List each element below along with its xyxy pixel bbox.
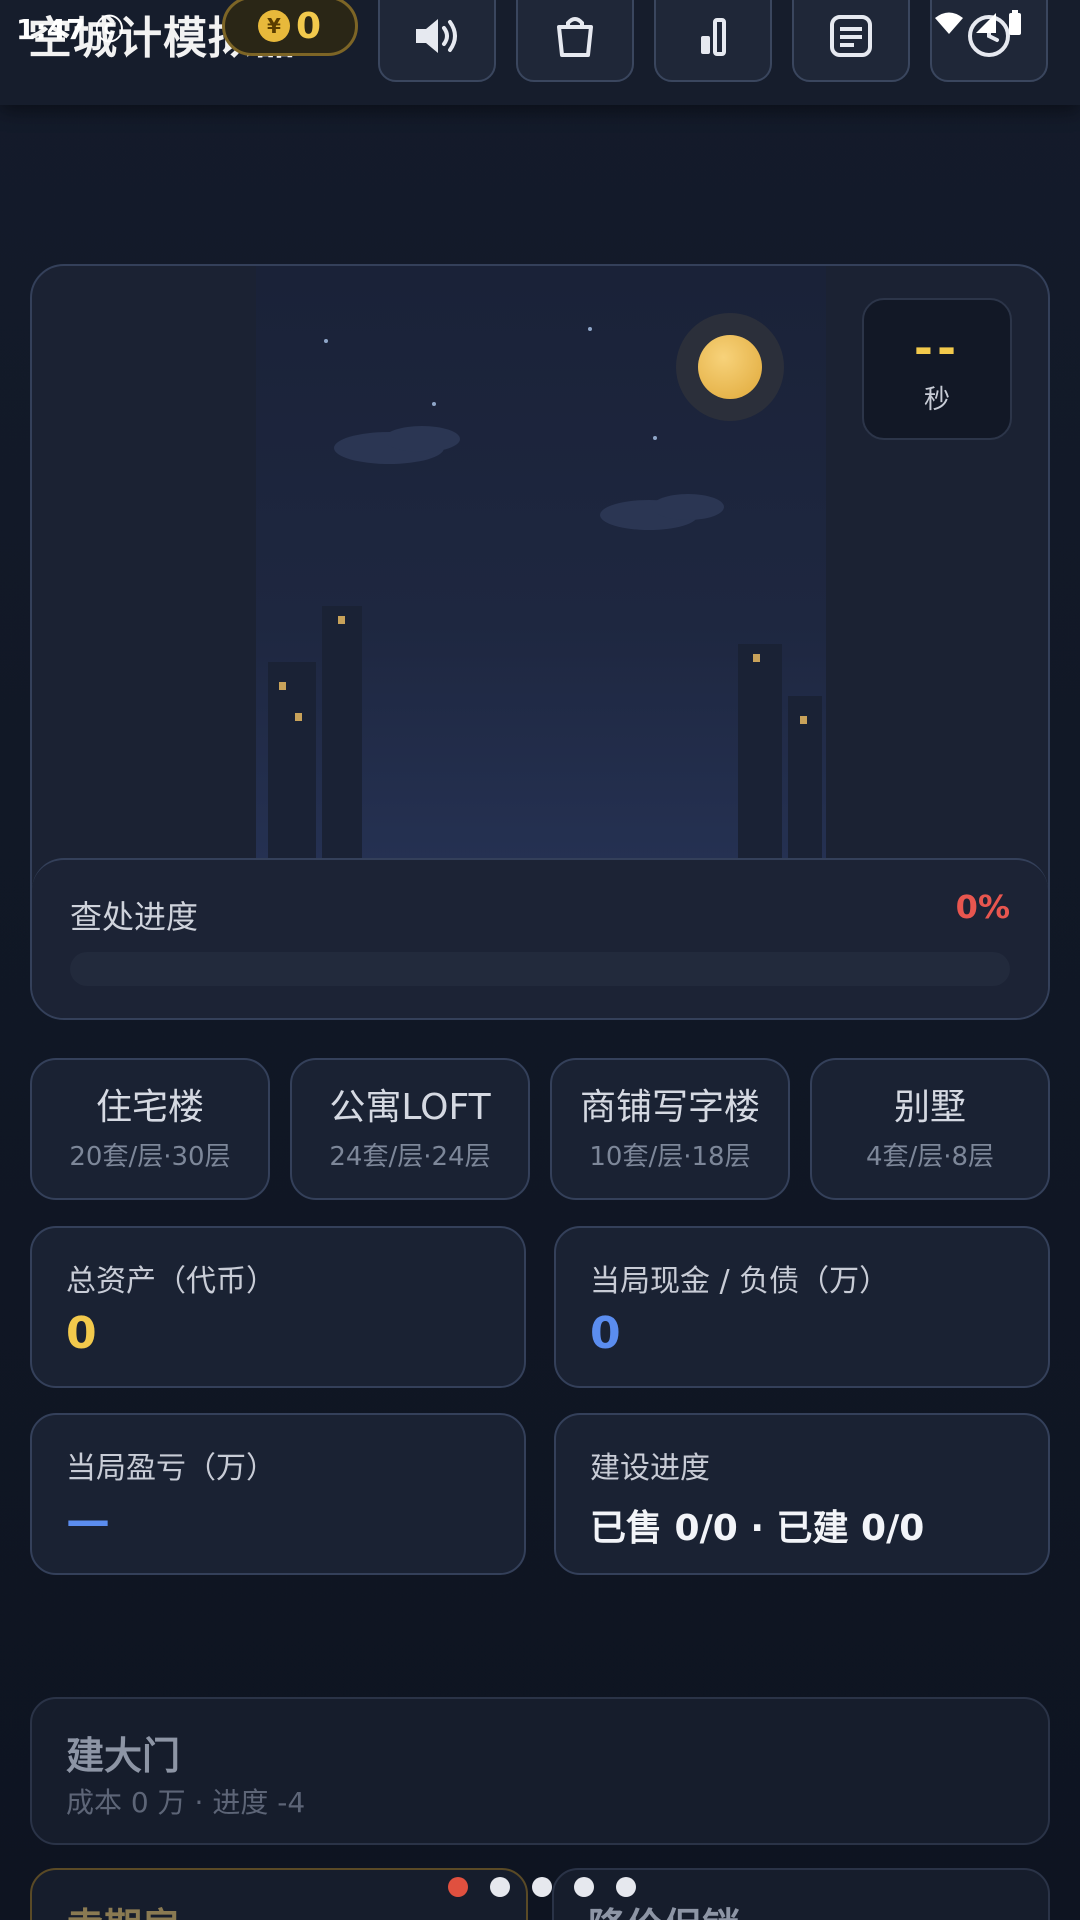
coin-value: 0 [296,6,322,47]
cash-debt-value: 0 [590,1308,621,1359]
page-dot[interactable] [574,1877,594,1897]
building-type-name: 商铺写字楼 [579,1086,760,1128]
moon-icon [676,313,784,421]
coin-icon: ¥ [258,10,290,42]
bar-chart-icon [701,18,726,56]
wifi-icon [935,12,963,34]
page-dot[interactable] [490,1877,510,1897]
total-assets-card: 总资产（代币） 0 [30,1226,526,1388]
total-assets-value: 0 [66,1308,97,1359]
stat-label: 当局现金 / 负债（万） [590,1264,890,1299]
building-silhouette [268,662,316,862]
building-type-spec: 24套/层·24层 [329,1141,491,1172]
building-type-name: 别墅 [893,1086,966,1128]
building-type-residential[interactable]: 住宅楼 20套/层·30层 [30,1058,270,1200]
star [653,436,657,440]
stat-label: 建设进度 [590,1451,710,1486]
build-gate-button[interactable]: 建大门 成本 0 万 · 进度 -4 [30,1697,1050,1845]
progress-label: 查处进度 [70,898,199,936]
timer-value: -- [913,320,961,375]
page-dot[interactable] [448,1877,468,1897]
signal-icon [976,13,996,33]
building-type-name: 住宅楼 [95,1086,204,1128]
log-button[interactable] [792,0,910,82]
building-type-loft[interactable]: 公寓LOFT 24套/层·24层 [290,1058,530,1200]
star [324,339,328,343]
star [432,402,436,406]
building-type-villa[interactable]: 别墅 4套/层·8层 [810,1058,1050,1200]
stat-label: 总资产（代币） [66,1264,276,1299]
building-type-spec: 10套/层·18层 [589,1141,751,1172]
stats-button[interactable] [654,0,772,82]
speaker-icon [416,19,457,53]
status-time: 1:47 ⓒ [16,13,124,46]
stat-label: 当局盈亏（万） [66,1451,276,1486]
action-title: 建大门 [66,1734,181,1778]
building-silhouette [738,644,782,862]
investigation-progress-panel: 查处进度 0% [32,858,1048,1018]
top-bar: 空城计模拟器 ¥ 0 1:47 ⓒ [0,0,1080,105]
action-subtitle: 成本 0 万 · 进度 -4 [66,1786,306,1819]
cloud [384,426,460,452]
progress-bar [70,952,1010,986]
timer-unit: 秒 [923,384,950,415]
coin-balance[interactable] [222,0,358,56]
page-dot[interactable] [616,1877,636,1897]
page-indicator [448,1877,636,1897]
shopping-bag-icon [557,17,593,57]
building-type-spec: 20套/层·30层 [69,1141,231,1172]
progress-percent: 0% [955,888,1010,926]
building-type-name: 公寓LOFT [329,1086,491,1128]
document-icon [830,15,872,57]
star [588,327,592,331]
page-dot[interactable] [532,1877,552,1897]
battery-icon [1009,10,1021,35]
profit-loss-value: — [66,1495,110,1546]
cloud [652,494,724,520]
scene-card: -- 秒 查处进度 0% [30,264,1050,1020]
build-progress-value: 已售 0/0 · 已建 0/0 [590,1508,925,1549]
shop-button[interactable] [516,0,634,82]
cash-debt-card: 当局现金 / 负债（万） 0 [554,1226,1050,1388]
building-silhouette [322,606,362,862]
status-icons [934,10,1022,36]
building-type-commercial[interactable]: 商铺写字楼 10套/层·18层 [550,1058,790,1200]
countdown-timer: -- 秒 [862,298,1012,440]
profit-loss-card: 当局盈亏（万） — [30,1413,526,1575]
action-title: 卖期房 [66,1896,180,1920]
build-progress-card: 建设进度 已售 0/0 · 已建 0/0 [554,1413,1050,1575]
sound-button[interactable] [378,0,496,82]
action-title: 降价促销 [588,1896,740,1920]
building-type-spec: 4套/层·8层 [865,1141,995,1172]
